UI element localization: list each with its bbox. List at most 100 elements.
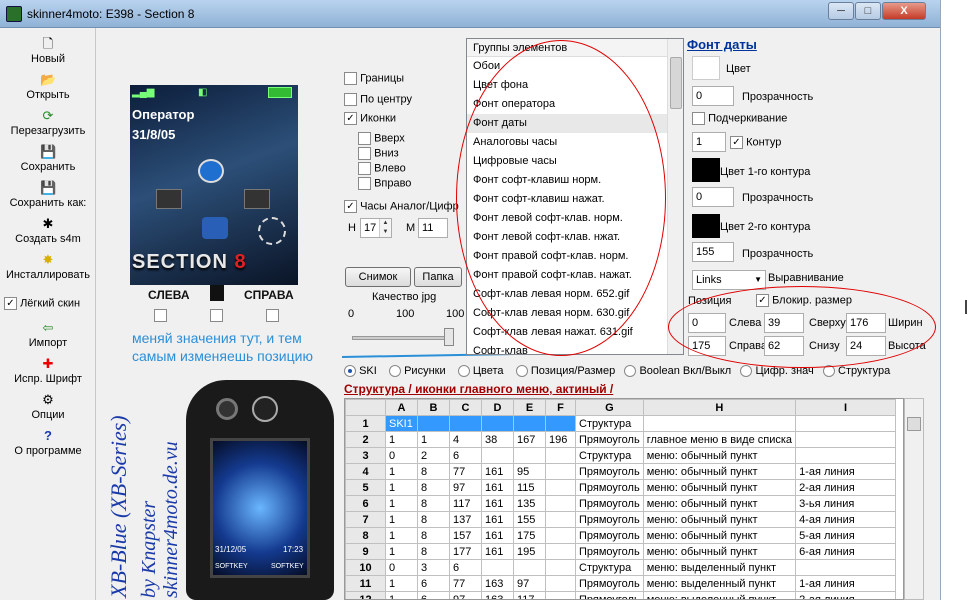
fix-font-button[interactable]: ✚ Испр. Шрифт	[0, 356, 96, 385]
right-checkbox[interactable]: Вправо	[358, 177, 411, 190]
minimize-button[interactable]: ─	[828, 2, 854, 20]
grid-cell[interactable]: 1	[385, 511, 418, 528]
grid-cell[interactable]	[417, 415, 450, 432]
grid-cell[interactable]: 115	[513, 479, 546, 496]
table-row[interactable]: 6 1 8 117 161 135 Прямоуголь меню: обычный пунк…	[345, 495, 897, 512]
grid-cell[interactable]	[545, 543, 576, 560]
tab-ski[interactable]: SKI	[344, 365, 377, 378]
about-button[interactable]: ? О программе	[0, 428, 96, 457]
grid-cell[interactable]: меню: обычный пункт	[642, 479, 797, 496]
grid-cell[interactable]: 4	[449, 431, 482, 448]
grid-cell[interactable]: 1-ая линия	[795, 575, 897, 592]
center-checkbox[interactable]: По центру	[344, 93, 412, 106]
minute-spinner[interactable]: 11	[418, 218, 448, 238]
grid-cell[interactable]: 1	[385, 575, 418, 592]
grid-cell[interactable]: Прямоуголь	[575, 511, 644, 528]
table-row[interactable]: 5 1 8 97 161 115 Прямоуголь меню: обычный пункт…	[345, 479, 897, 496]
grid-column-header[interactable]: C	[449, 399, 482, 416]
grid-cell[interactable]: меню: выделенный пункт	[642, 559, 797, 576]
grid-cell[interactable]: 6	[449, 447, 482, 464]
scroll-thumb[interactable]	[670, 57, 682, 109]
borders-checkbox[interactable]: Границы	[344, 72, 404, 85]
table-row[interactable]: 7 1 8 137 161 155 Прямоуголь меню: обычный пунк…	[345, 511, 897, 528]
grid-cell[interactable]	[545, 495, 576, 512]
table-row[interactable]: 2 1 1 4 38 167 196 Прямоуголь главное меню в вид…	[345, 431, 897, 448]
grid-cell[interactable]: меню: обычный пункт	[642, 463, 797, 480]
grid-column-header[interactable]: B	[417, 399, 450, 416]
maximize-button[interactable]: □	[855, 2, 881, 20]
skin-preview[interactable]: ▂▄▆ ◧ Оператор 31/8/05 SECTION 8	[130, 85, 298, 285]
grid-cell[interactable]	[795, 431, 897, 448]
grid-cell[interactable]: 8	[417, 543, 450, 560]
grid-cell[interactable]	[545, 511, 576, 528]
left-softkey-checkbox[interactable]	[154, 309, 167, 322]
open-button[interactable]: 📂 Открыть	[0, 72, 96, 101]
grid-column-header[interactable]: H	[642, 399, 797, 416]
grid-cell[interactable]: 1	[385, 463, 418, 480]
grid-cell[interactable]	[642, 415, 797, 432]
grid-cell[interactable]	[545, 479, 576, 496]
align-select[interactable]: Links ▼	[692, 270, 766, 290]
grid-column-header[interactable]: D	[481, 399, 514, 416]
save-as-button[interactable]: 💾 Сохранить как:	[0, 180, 96, 209]
down-checkbox[interactable]: Вниз	[358, 147, 399, 160]
grid-cell[interactable]: 8	[417, 511, 450, 528]
grid-cell[interactable]: меню: обычный пункт	[642, 527, 797, 544]
grid-cell[interactable]: 1	[385, 591, 418, 599]
grid-cell[interactable]	[545, 559, 576, 576]
grid-cell[interactable]: 177	[449, 543, 482, 560]
grid-cell[interactable]: Прямоуголь	[575, 575, 644, 592]
grid-cell[interactable]: меню: обычный пункт	[642, 543, 797, 560]
quality-slider-handle[interactable]	[444, 328, 454, 346]
grid-cell[interactable]: 157	[449, 527, 482, 544]
table-row[interactable]: 4 1 8 77 161 95 Прямоуголь меню: обычный пункт 1…	[345, 463, 897, 480]
grid-cell[interactable]: 6	[417, 575, 450, 592]
table-row[interactable]: 3 0 2 6 Структура меню: обычный пункт	[345, 447, 897, 464]
grid-cell[interactable]	[795, 559, 897, 576]
icons-checkbox[interactable]: ✓ Иконки	[344, 112, 396, 125]
create-s4m-button[interactable]: ✱ Создать s4m	[0, 216, 96, 245]
grid-cell[interactable]: 97	[513, 575, 546, 592]
hour-spinner[interactable]: 17 ▲ ▼	[360, 218, 392, 238]
left-checkbox[interactable]: Влево	[358, 162, 406, 175]
grid-cell[interactable]	[795, 447, 897, 464]
grid-cell[interactable]	[545, 575, 576, 592]
grid-cell[interactable]: 161	[481, 511, 514, 528]
grid-cell[interactable]: 161	[481, 543, 514, 560]
grid-cell[interactable]: Структура	[575, 559, 644, 576]
contour2-color-swatch[interactable]	[692, 214, 720, 238]
grid-cell[interactable]: 135	[513, 495, 546, 512]
grid-cell[interactable]: 195	[513, 543, 546, 560]
tab-position[interactable]: Позиция/Размер	[515, 365, 615, 378]
grid-cell[interactable]: 161	[481, 463, 514, 480]
grid-column-header[interactable]	[345, 399, 386, 416]
grid-cell[interactable]: 1-ая линия	[795, 463, 897, 480]
grid-cell[interactable]: 95	[513, 463, 546, 480]
grid-cell[interactable]: Прямоуголь	[575, 591, 644, 599]
grid-cell[interactable]: 163	[481, 575, 514, 592]
grid-cell[interactable]: 3	[417, 559, 450, 576]
grid-cell[interactable]: 8	[417, 463, 450, 480]
contour-checkbox[interactable]: ✓ Контур	[730, 136, 781, 149]
grid-cell[interactable]: 1	[385, 543, 418, 560]
center-softkey-checkbox[interactable]	[210, 309, 223, 322]
opacity-spinner-2[interactable]: 0	[692, 187, 734, 207]
reload-button[interactable]: ⟳ Перезагрузить	[0, 108, 96, 137]
grid-cell[interactable]: Прямоуголь	[575, 527, 644, 544]
close-button[interactable]: X	[882, 2, 926, 20]
tab-boolean[interactable]: Boolean Вкл/Выкл	[624, 365, 731, 378]
grid-cell[interactable]	[545, 447, 576, 464]
opacity-spinner-1[interactable]: 0	[692, 86, 734, 106]
grid-cell[interactable]: меню: обычный пункт	[642, 511, 797, 528]
grid-cell[interactable]	[545, 463, 576, 480]
grid-cell[interactable]: 38	[481, 431, 514, 448]
table-row[interactable]: 9 1 8 177 161 195 Прямоуголь меню: обычный пунк…	[345, 543, 897, 560]
right-softkey-checkbox[interactable]	[266, 309, 279, 322]
grid-cell[interactable]: Структура	[575, 447, 644, 464]
grid-cell[interactable]: 161	[481, 527, 514, 544]
grid-cell[interactable]: 137	[449, 511, 482, 528]
grid-cell[interactable]: 175	[513, 527, 546, 544]
grid-cell[interactable]	[513, 447, 546, 464]
grid-cell[interactable]: 97	[449, 479, 482, 496]
grid-cell[interactable]: 6	[417, 591, 450, 599]
